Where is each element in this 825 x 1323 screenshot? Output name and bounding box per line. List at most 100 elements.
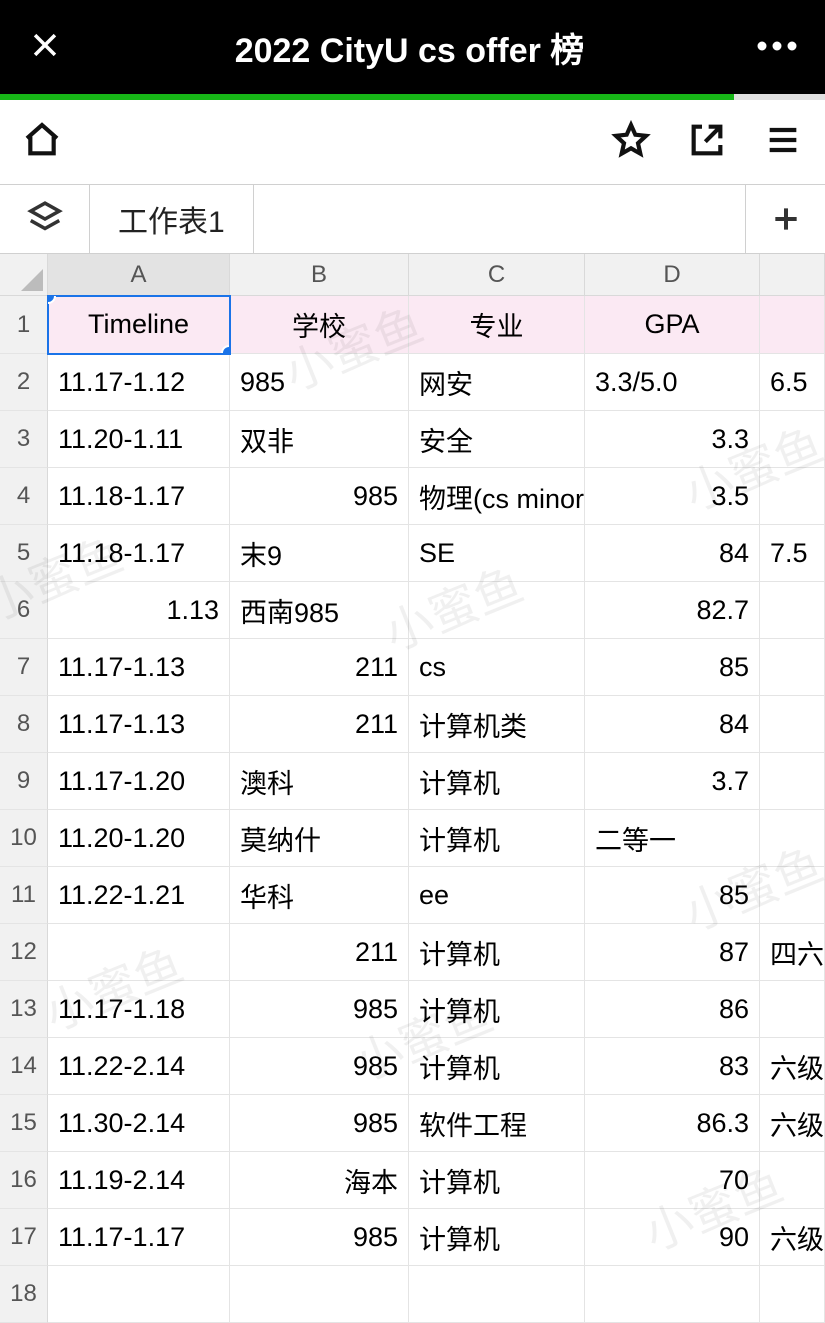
cell[interactable]: 六级 xyxy=(760,1095,825,1152)
cell[interactable] xyxy=(409,1266,585,1323)
more-icon[interactable] xyxy=(757,38,797,56)
cell[interactable]: 11.17-1.13 xyxy=(48,639,230,696)
cell[interactable]: 计算机 xyxy=(409,753,585,810)
cell[interactable] xyxy=(760,696,825,753)
cell[interactable]: GPA xyxy=(585,296,760,354)
row-header[interactable]: 4 xyxy=(0,468,48,525)
cell[interactable] xyxy=(760,1152,825,1209)
row-header[interactable]: 5 xyxy=(0,525,48,582)
star-icon[interactable] xyxy=(611,120,651,165)
cell[interactable]: 西南985 xyxy=(230,582,409,639)
cell[interactable] xyxy=(230,1266,409,1323)
open-external-icon[interactable] xyxy=(687,120,727,165)
cell[interactable]: 海本 xyxy=(230,1152,409,1209)
cell[interactable]: 11.22-1.21 xyxy=(48,867,230,924)
column-header[interactable]: C xyxy=(409,254,585,296)
cell[interactable] xyxy=(760,411,825,468)
cell[interactable]: 90 xyxy=(585,1209,760,1266)
cell[interactable] xyxy=(585,1266,760,1323)
cell[interactable]: 11.17-1.12 xyxy=(48,354,230,411)
cell[interactable]: Timeline xyxy=(48,296,230,354)
cell[interactable] xyxy=(760,753,825,810)
row-header[interactable]: 14 xyxy=(0,1038,48,1095)
cell[interactable]: 87 xyxy=(585,924,760,981)
cell[interactable]: 物理(cs minor) xyxy=(409,468,585,525)
cell[interactable]: 计算机 xyxy=(409,1209,585,1266)
cell[interactable]: 专业 xyxy=(409,296,585,354)
row-header[interactable]: 16 xyxy=(0,1152,48,1209)
cell[interactable]: 计算机 xyxy=(409,1152,585,1209)
cell[interactable] xyxy=(760,582,825,639)
row-header[interactable]: 15 xyxy=(0,1095,48,1152)
cell[interactable]: 六级 xyxy=(760,1209,825,1266)
cell[interactable]: 软件工程 xyxy=(409,1095,585,1152)
cell[interactable] xyxy=(760,981,825,1038)
cell[interactable]: 11.19-2.14 xyxy=(48,1152,230,1209)
sheet-tab[interactable]: 工作表1 xyxy=(90,185,254,253)
column-header[interactable] xyxy=(760,254,825,296)
cell[interactable]: 211 xyxy=(230,696,409,753)
select-all-corner[interactable] xyxy=(0,254,48,296)
home-icon[interactable] xyxy=(22,120,62,165)
cell[interactable] xyxy=(409,582,585,639)
cell[interactable]: 3.7 xyxy=(585,753,760,810)
cell[interactable]: 四六 xyxy=(760,924,825,981)
cell[interactable]: 985 xyxy=(230,1209,409,1266)
cell[interactable]: SE xyxy=(409,525,585,582)
cell[interactable]: 双非 xyxy=(230,411,409,468)
cell[interactable]: 11.20-1.20 xyxy=(48,810,230,867)
column-header[interactable]: D xyxy=(585,254,760,296)
row-header[interactable]: 1 xyxy=(0,296,48,354)
cell[interactable]: 学校 xyxy=(230,296,409,354)
cell[interactable]: 3.3 xyxy=(585,411,760,468)
cell[interactable]: 11.17-1.13 xyxy=(48,696,230,753)
cell[interactable]: 11.30-2.14 xyxy=(48,1095,230,1152)
cell[interactable]: 985 xyxy=(230,1038,409,1095)
cell[interactable]: 211 xyxy=(230,639,409,696)
cell[interactable]: 84 xyxy=(585,696,760,753)
cell[interactable]: 计算机 xyxy=(409,810,585,867)
sheets-icon[interactable] xyxy=(0,185,90,253)
row-header[interactable]: 2 xyxy=(0,354,48,411)
row-header[interactable]: 9 xyxy=(0,753,48,810)
row-header[interactable]: 11 xyxy=(0,867,48,924)
cell[interactable]: ee xyxy=(409,867,585,924)
cell[interactable]: 11.17-1.20 xyxy=(48,753,230,810)
row-header[interactable]: 12 xyxy=(0,924,48,981)
cell[interactable]: 11.17-1.17 xyxy=(48,1209,230,1266)
cell[interactable] xyxy=(760,296,825,354)
spreadsheet-grid[interactable]: ABCD1Timeline学校专业GPA211.17-1.12985网安3.3/… xyxy=(0,254,825,1323)
cell[interactable]: 澳科 xyxy=(230,753,409,810)
cell[interactable]: 82.7 xyxy=(585,582,760,639)
cell[interactable] xyxy=(760,1266,825,1323)
cell[interactable]: 计算机 xyxy=(409,981,585,1038)
cell[interactable]: 11.17-1.18 xyxy=(48,981,230,1038)
row-header[interactable]: 8 xyxy=(0,696,48,753)
cell[interactable]: 1.13 xyxy=(48,582,230,639)
row-header[interactable]: 3 xyxy=(0,411,48,468)
row-header[interactable]: 6 xyxy=(0,582,48,639)
cell[interactable]: 985 xyxy=(230,1095,409,1152)
cell[interactable] xyxy=(48,924,230,981)
cell[interactable]: 7.5 xyxy=(760,525,825,582)
cell[interactable]: 网安 xyxy=(409,354,585,411)
cell[interactable]: 3.3/5.0 xyxy=(585,354,760,411)
cell[interactable]: 计算机 xyxy=(409,924,585,981)
cell[interactable]: 3.5 xyxy=(585,468,760,525)
cell[interactable]: 985 xyxy=(230,468,409,525)
cell[interactable]: 985 xyxy=(230,981,409,1038)
row-header[interactable]: 7 xyxy=(0,639,48,696)
row-header[interactable]: 10 xyxy=(0,810,48,867)
cell[interactable]: 86.3 xyxy=(585,1095,760,1152)
cell[interactable]: 6.5 xyxy=(760,354,825,411)
cell[interactable]: 二等一 xyxy=(585,810,760,867)
cell[interactable]: 六级 xyxy=(760,1038,825,1095)
cell[interactable]: 70 xyxy=(585,1152,760,1209)
cell[interactable] xyxy=(760,867,825,924)
cell[interactable]: 11.20-1.11 xyxy=(48,411,230,468)
cell[interactable]: 86 xyxy=(585,981,760,1038)
close-icon[interactable] xyxy=(28,28,62,67)
column-header[interactable]: A xyxy=(48,254,230,296)
cell[interactable]: 84 xyxy=(585,525,760,582)
menu-icon[interactable] xyxy=(763,120,803,165)
